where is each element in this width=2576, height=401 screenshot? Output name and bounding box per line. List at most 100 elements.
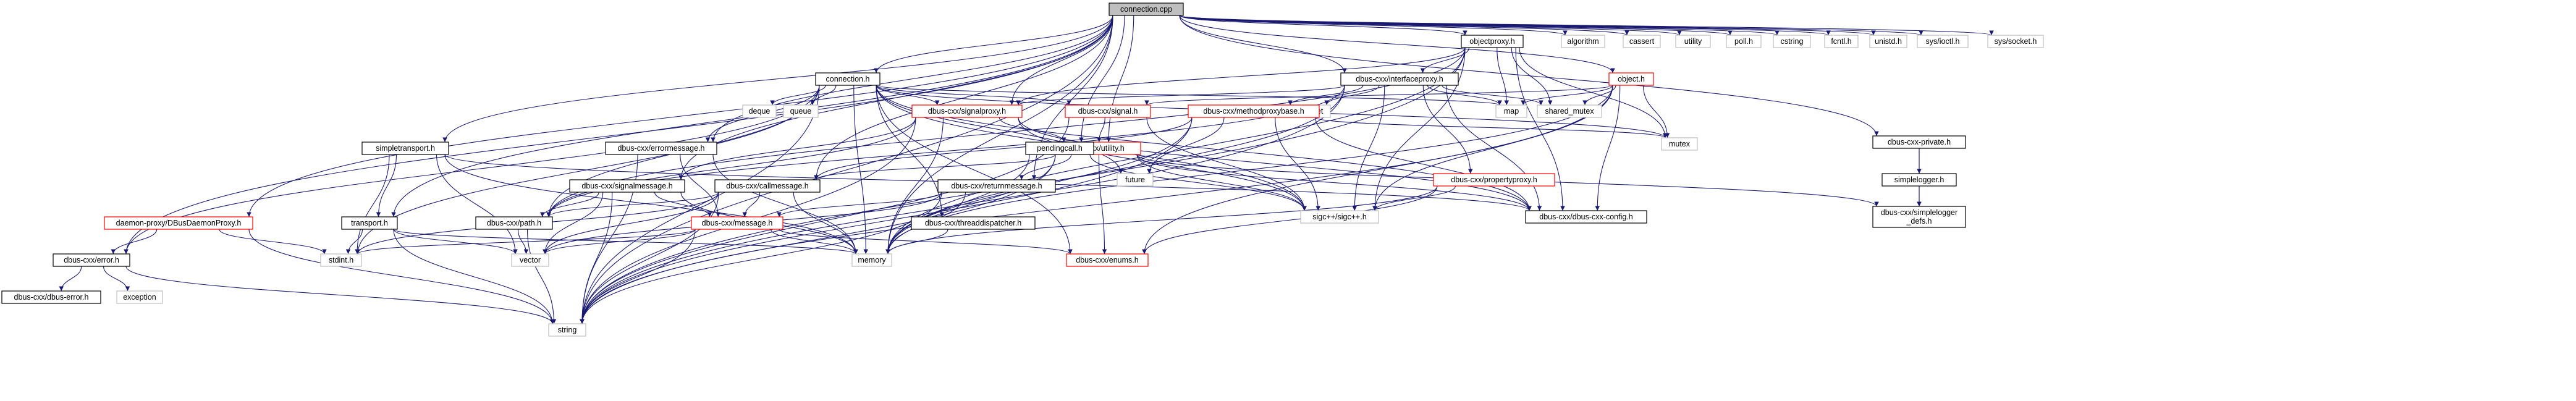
edge-daemon_proxy_h-to-error_h [111,229,158,255]
node-exception: exception [116,290,163,304]
node-label: dbus-cxx/signalmessage.h [581,182,672,190]
node-label: connection.cpp [1120,5,1172,14]
edge-objectproxy_h-to-mutex [1519,47,1668,138]
node-label: dbus-cxx/dbus-error.h [14,293,89,302]
node-cstring: cstring [1773,35,1811,48]
edge-connection_cpp-to-utility_h [1106,15,1134,143]
node-map: map [1495,104,1527,118]
edge-callmessage_h-to-message_h [742,192,761,217]
node-simpletransport-h[interactable]: simpletransport.h [361,141,449,155]
node-dbus-cxx-config-h[interactable]: dbus-cxx/dbus-cxx-config.h [1525,210,1647,224]
node-label: string [558,326,577,334]
node-unistd-h: unistd.h [1869,35,1907,48]
edge-object_h-to-sigcxx_h [1372,85,1613,211]
edge-connection_cpp-to-cstring [1179,15,1780,36]
node-label: utility [1684,37,1702,46]
node-label: simpletransport.h [376,144,435,153]
node-label: dbus-cxx/path.h [487,219,541,227]
node-signal-h[interactable]: dbus-cxx/signal.h [1065,104,1151,118]
node-threaddispatcher-h[interactable]: dbus-cxx/threaddispatcher.h [911,216,1036,230]
node-memory: memory [851,253,892,267]
node-shared-mutex: shared_mutex [1537,104,1602,118]
node-transport-h[interactable]: transport.h [341,216,398,230]
node-simplelogger-h[interactable]: simplelogger.h [1881,173,1957,187]
edge-interfaceproxy_h-to-sigcxx_h [1352,85,1385,211]
node-message-h[interactable]: dbus-cxx/message.h [691,216,783,230]
node-label: mutex [1669,140,1691,148]
node-label: connection.h [826,75,870,83]
edge-callmessage_h-to-path_h [546,192,719,217]
edge-path_h-to-string [526,229,557,324]
node-label: stdint.h [329,256,353,264]
node-vector: vector [511,253,549,267]
node-stdint-h: stdint.h [320,253,362,267]
node-connection-cpp[interactable]: connection.cpp [1109,2,1184,16]
edge-object_h-to-signal_h [1144,85,1613,106]
node-interfaceproxy-h[interactable]: dbus-cxx/interfaceproxy.h [1340,72,1459,86]
edge-connection_cpp-to-connection_h [874,15,1113,74]
node-label: unistd.h [1875,37,1902,46]
node-cassert: cassert [1623,35,1661,48]
node-simplelogger-defs-h[interactable]: dbus-cxx/simplelogger_defs.h [1872,206,1966,228]
node-label: dbus-cxx/error.h [64,256,119,264]
node-label: future [1125,175,1145,184]
node-label: daemon-proxy/DBusDaemonProxy.h [116,219,242,227]
node-algorithm: algorithm [1561,35,1605,48]
edge-utility_h-to-callmessage_h [814,154,1056,180]
edge-objectproxy_h-to-shared_mutex [1511,47,1553,106]
node-label: deque [749,107,771,116]
node-fcntl-h: fcntl.h [1824,35,1859,48]
node-sigcxx-h: sigc++/sigc++.h [1300,210,1379,224]
nodes-layer: connection.cpp objectproxy.h algorithm cass… [1,2,2044,337]
node-future: future [1117,173,1154,187]
node-path-h[interactable]: dbus-cxx/path.h [475,216,553,230]
edge-connection_h-to-memory [853,85,869,255]
edge-object_h-to-dbus_cxx_config_h [1595,85,1621,211]
node-errormessage-h[interactable]: dbus-cxx/errormessage.h [605,141,717,155]
node-dbus-cxx-private-h[interactable]: dbus-cxx-private.h [1872,135,1966,149]
node-methodproxybase-h[interactable]: dbus-cxx/methodproxybase.h [1188,104,1320,118]
node-mutex: mutex [1661,137,1698,151]
node-signalproxy-h[interactable]: dbus-cxx/signalproxy.h [911,104,1023,118]
edge-connection_h-to-signalproxy_h [876,85,940,106]
node-label: dbus-cxx-private.h [1888,138,1951,146]
node-label: dbus-cxx/enums.h [1076,256,1138,264]
node-signalmessage-h[interactable]: dbus-cxx/signalmessage.h [569,179,685,193]
node-label: poll.h [1734,37,1753,46]
node-daemon-proxy-h[interactable]: daemon-proxy/DBusDaemonProxy.h [104,216,253,230]
edge-signalproxy_h-to-dbus_cxx_config_h [1018,117,1532,211]
node-callmessage-h[interactable]: dbus-cxx/callmessage.h [714,179,821,193]
edge-utility_h-to-memory [885,154,1056,255]
node-error-h[interactable]: dbus-cxx/error.h [53,253,130,267]
node-label: fcntl.h [1831,37,1851,46]
node-label: dbus-cxx/methodproxybase.h [1203,107,1304,116]
node-object-h[interactable]: object.h [1608,72,1654,86]
node-deque: deque [742,104,777,118]
node-label: dbus-cxx/callmessage.h [726,182,808,190]
node-label: map [1504,107,1519,116]
edge-message_h-to-enums_h [779,229,1073,255]
node-connection-h[interactable]: connection.h [815,72,880,86]
node-pendingcall-h[interactable]: pendingcall.h [1025,141,1094,155]
edge-methodproxybase_h-to-mutex [1315,117,1668,138]
node-enums-h[interactable]: dbus-cxx/enums.h [1066,253,1149,267]
node-returnmessage-h[interactable]: dbus-cxx/returnmessage.h [937,179,1056,193]
edge-connection_cpp-to-string [580,15,1113,324]
node-poll-h: poll.h [1726,35,1762,48]
node-dbus-error-h[interactable]: dbus-cxx/dbus-error.h [1,290,101,304]
edge-transport_h-to-memory [393,229,858,255]
node-utility: utility [1675,35,1711,48]
edge-connection_cpp-to-dbus_cxx_private_h [1179,15,1879,137]
edge-connection_cpp-to-sys_socket_h [1179,15,1994,36]
node-objectproxy-h[interactable]: objectproxy.h [1461,35,1524,48]
node-label: dbus-cxx/threaddispatcher.h [925,219,1021,227]
edge-connection_cpp-to-signalproxy_h [1009,15,1113,106]
edge-transport_h-to-stdint_h [345,229,363,255]
edge-message_h-to-vector [543,229,696,255]
node-label: transport.h [351,219,388,227]
node-sys-socket-h: sys/socket.h [1987,35,2044,48]
node-label: cassert [1629,37,1655,46]
edge-connection_cpp-to-simpletransport_h [442,15,1113,143]
node-propertyproxy-h[interactable]: dbus-cxx/propertyproxy.h [1433,173,1555,187]
edge-daemon_proxy_h-to-stdint_h [219,229,327,255]
